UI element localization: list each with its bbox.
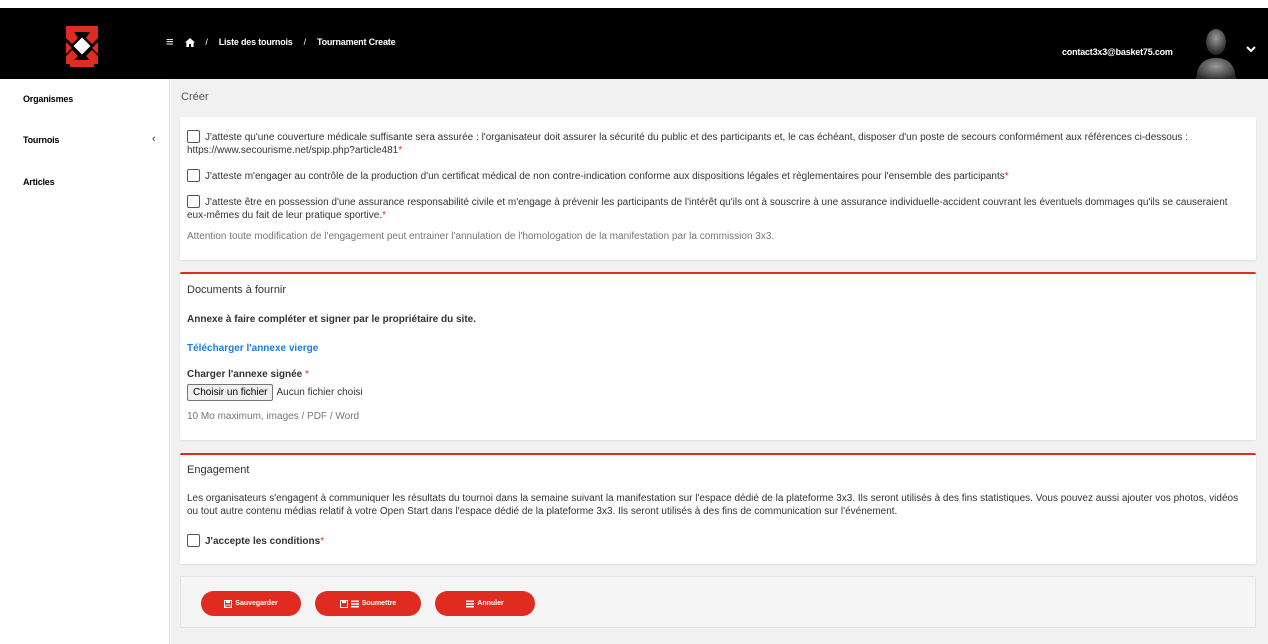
breadcrumb-tournament-list[interactable]: Liste des tournois (219, 37, 293, 47)
main-content: Créer J'atteste qu'une couverture médica… (171, 79, 1268, 644)
page-title: Créer (181, 91, 209, 103)
sidebar-item-articles[interactable]: Articles (23, 177, 55, 187)
top-navbar: ≡ / Liste des tournois / Tournament Crea… (0, 8, 1268, 82)
attestation-certificate-text: J'atteste m'engager au contrôle de la pr… (205, 171, 1005, 182)
sidebar: Organismes Tournois ‹ Articles (0, 79, 170, 644)
avatar[interactable] (1192, 24, 1240, 82)
engagement-panel: Engagement Les organisateurs s'engagent … (180, 453, 1256, 564)
attestation-medical-text: J'atteste qu'une couverture médicale suf… (187, 132, 1188, 156)
upload-label: Charger l'annexe signée (187, 369, 303, 380)
page-header: Créer (171, 79, 1268, 114)
breadcrumb-current-page: Tournament Create (316, 37, 396, 47)
submit-button-label: Soumettre (361, 600, 397, 607)
menu-icon[interactable]: ≡ (166, 35, 174, 48)
home-icon[interactable] (185, 37, 196, 47)
download-annex-link-row: Télécharger l'annexe vierge (187, 342, 1248, 355)
upload-label-row: Charger l'annexe signée * (187, 368, 1248, 381)
breadcrumb: ≡ / Liste des tournois / Tournament Crea… (166, 35, 406, 48)
chevron-down-icon[interactable] (1246, 45, 1256, 56)
required-marker: * (382, 210, 387, 221)
logo[interactable] (52, 22, 112, 68)
documents-panel: Documents à fournir Annexe à faire compl… (180, 272, 1256, 440)
engagement-text: Les organisateurs s'engagent à communiqu… (187, 493, 1239, 517)
attestations-panel: J'atteste qu'une couverture médicale suf… (180, 117, 1256, 260)
form-actions: Sauvegarder Soumettre Annuler (180, 576, 1256, 628)
attestation-certificate: J'atteste m'engager au contrôle de la pr… (187, 169, 1248, 183)
accept-conditions: J'accepte les conditions* (187, 534, 1248, 548)
documents-title: Documents à fournir (187, 284, 287, 296)
user-email[interactable]: contact3x3@basket75.com (1062, 47, 1173, 57)
upload-help: 10 Mo maximum, images / PDF / Word (187, 411, 360, 422)
save-icon (339, 599, 348, 608)
submit-button[interactable]: Soumettre (315, 591, 421, 616)
accept-conditions-checkbox[interactable] (187, 534, 200, 547)
download-annex-link[interactable]: Télécharger l'annexe vierge (187, 343, 318, 354)
file-status: Aucun fichier choisi (276, 387, 363, 398)
list-icon (466, 600, 475, 607)
required-marker: * (304, 369, 309, 380)
sidebar-item-tournois[interactable]: Tournois (23, 135, 59, 145)
engagement-title: Engagement (187, 464, 250, 476)
attestation-medical-checkbox[interactable] (187, 130, 200, 143)
chevron-left-icon[interactable]: ‹ (152, 133, 156, 145)
attestation-insurance: J'atteste être en possession d'une assur… (187, 195, 1248, 222)
attestation-certificate-checkbox[interactable] (187, 169, 200, 182)
breadcrumb-separator: / (205, 37, 208, 47)
required-marker: * (320, 536, 325, 547)
required-marker: * (1004, 171, 1009, 182)
save-icon (224, 599, 233, 608)
save-button[interactable]: Sauvegarder (201, 591, 301, 616)
choose-file-button[interactable]: Choisir un fichier (187, 384, 274, 401)
accept-conditions-label: J'accepte les conditions (205, 536, 321, 547)
cancel-button[interactable]: Annuler (435, 591, 535, 616)
attestation-insurance-checkbox[interactable] (187, 195, 200, 208)
save-button-label: Sauvegarder (235, 600, 278, 607)
annex-note: Annexe à faire compléter et signer par l… (187, 314, 476, 325)
attestation-medical: J'atteste qu'une couverture médicale suf… (187, 130, 1248, 157)
sidebar-item-organismes[interactable]: Organismes (23, 94, 73, 104)
breadcrumb-separator: / (303, 37, 307, 47)
cancel-button-label: Annuler (477, 600, 504, 607)
file-input[interactable]: Choisir un fichier Aucun fichier choisi (187, 384, 1248, 401)
list-icon (350, 600, 359, 607)
engagement-warning: Attention toute modification de l'engage… (187, 231, 775, 242)
attestation-insurance-text: J'atteste être en possession d'une assur… (187, 197, 1228, 221)
required-marker: * (398, 145, 403, 156)
